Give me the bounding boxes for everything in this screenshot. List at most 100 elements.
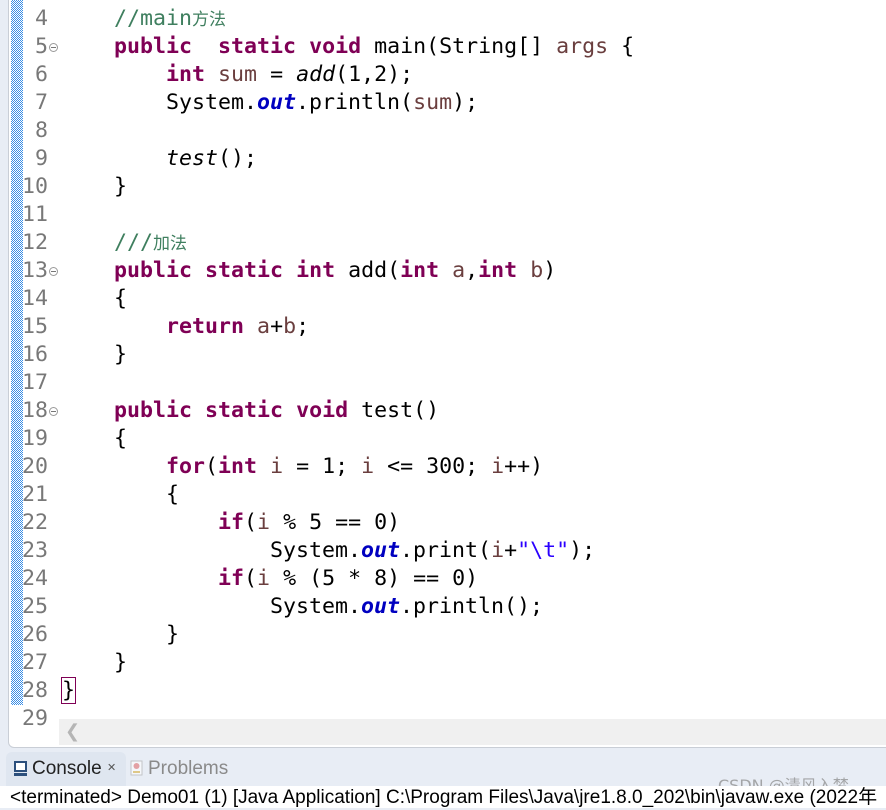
code-token: out — [361, 594, 401, 619]
line-number: 20 — [21, 454, 48, 479]
code-text: test(); — [62, 145, 257, 173]
problems-icon — [130, 760, 143, 776]
code-token: add — [296, 62, 336, 87]
code-token: return — [166, 314, 245, 339]
code-token: } — [166, 622, 180, 647]
code-token: + — [504, 538, 518, 563]
code-token: , — [465, 258, 479, 283]
code-token: main(String[] — [361, 34, 557, 59]
code-token: } — [60, 677, 77, 704]
line-number: 11 — [21, 202, 48, 227]
tab-console[interactable]: Console ✕ — [6, 752, 126, 788]
code-text: { — [62, 481, 179, 509]
code-text: public static int add(int a,int b) — [62, 257, 556, 285]
chevron-left-icon[interactable]: ❮ — [65, 719, 80, 745]
code-token: for — [166, 454, 206, 479]
line-number: 5 — [34, 34, 48, 59]
line-number: 21 — [21, 482, 48, 507]
line-number: 25 — [21, 594, 48, 619]
fold-collapse-icon[interactable] — [49, 407, 58, 416]
code-token: int — [478, 258, 518, 283]
code-token: i — [491, 454, 505, 479]
close-icon[interactable]: ✕ — [107, 751, 116, 785]
code-token: ); — [452, 90, 479, 115]
tab-problems-label: Problems — [148, 758, 229, 779]
line-number: 13 — [21, 258, 48, 283]
line-number: 17 — [21, 370, 48, 395]
code-text: public static void main(String[] args { — [62, 33, 634, 61]
code-token: .println(); — [400, 594, 544, 619]
code-token: System. — [166, 90, 258, 115]
line-number: 24 — [21, 566, 48, 591]
code-token: System. — [270, 538, 362, 563]
code-token: ++) — [504, 454, 544, 479]
code-text: System.out.println(sum); — [62, 89, 478, 117]
code-text: int sum = add(1,2); — [62, 61, 413, 89]
line-number: 10 — [21, 174, 48, 199]
line-number: 26 — [21, 622, 48, 647]
code-token: + — [270, 314, 284, 339]
line-number: 14 — [21, 286, 48, 311]
code-token: } — [114, 174, 128, 199]
code-token: { — [166, 482, 180, 507]
code-token: add( — [335, 258, 401, 283]
horizontal-scrollbar[interactable]: ❮ — [59, 719, 886, 745]
code-token: void — [309, 34, 362, 59]
code-token: = 1; — [283, 454, 362, 479]
code-token: ) — [543, 258, 557, 283]
code-text: { — [62, 285, 127, 313]
code-token: System. — [270, 594, 362, 619]
code-token: void — [296, 398, 349, 423]
code-token: out — [257, 90, 297, 115]
code-token: int — [296, 258, 336, 283]
code-token: ; — [296, 314, 310, 339]
code-text: //main方法 — [62, 5, 226, 34]
code-token: { — [608, 34, 635, 59]
code-text: return a+b; — [62, 313, 309, 341]
fold-collapse-icon[interactable] — [49, 43, 58, 52]
code-token: if — [218, 566, 245, 591]
line-number: 29 — [21, 706, 48, 731]
code-token: args — [556, 34, 609, 59]
line-number: 16 — [21, 342, 48, 367]
code-token: i — [361, 454, 375, 479]
code-token: a — [452, 258, 466, 283]
code-text: for(int i = 1; i <= 300; i++) — [62, 453, 543, 481]
code-token: test — [166, 146, 219, 171]
code-token: int — [166, 62, 206, 87]
code-token: public — [114, 258, 193, 283]
code-token: .println( — [296, 90, 414, 115]
code-token: out — [361, 538, 401, 563]
line-number: 8 — [34, 118, 48, 143]
line-number: 15 — [21, 314, 48, 339]
code-text: { — [62, 425, 127, 453]
code-token: 加法 — [153, 234, 188, 254]
code-token: <= 300; — [374, 454, 492, 479]
code-token: .print( — [400, 538, 492, 563]
code-editor[interactable]: 4 //main方法 5 public static void main(Stri… — [8, 0, 886, 748]
code-token: i — [491, 538, 505, 563]
line-number: 4 — [34, 6, 48, 31]
code-token: ( — [244, 510, 258, 535]
code-token: test() — [348, 398, 440, 423]
code-token: if — [218, 510, 245, 535]
code-text: ///加法 — [62, 229, 187, 258]
code-token: public — [114, 34, 193, 59]
console-icon — [14, 761, 27, 776]
code-token: b — [530, 258, 544, 283]
code-token: public — [114, 398, 193, 423]
fold-collapse-icon[interactable] — [49, 267, 58, 276]
code-token: i — [257, 566, 271, 591]
code-token: (); — [218, 146, 258, 171]
code-token: //main — [114, 6, 193, 31]
line-number: 7 — [34, 90, 48, 115]
code-token: } — [114, 650, 128, 675]
code-text: System.out.println(); — [62, 593, 543, 621]
